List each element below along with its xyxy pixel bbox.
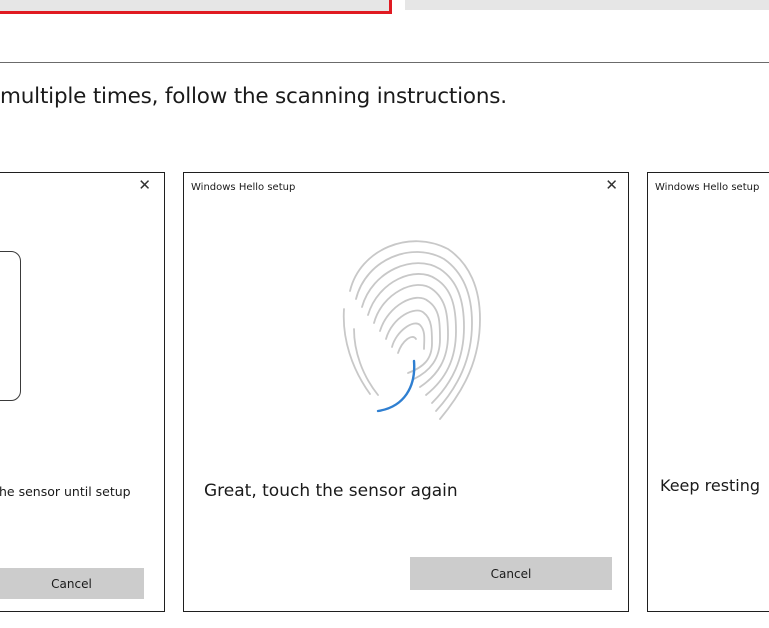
dialog-title: Windows Hello setup <box>191 182 296 193</box>
cancel-button[interactable]: Cancel <box>410 557 612 590</box>
dialog-title: Windows Hello setup <box>655 182 760 193</box>
cancel-button[interactable]: Cancel <box>0 568 144 599</box>
fingerprint-icon <box>342 240 481 420</box>
dialog-message: he sensor until setup <box>0 484 131 499</box>
dialog-message: Keep resting <box>660 476 761 495</box>
option-box[interactable] <box>405 0 769 10</box>
sensor-icon <box>0 251 21 401</box>
highlighted-option-box[interactable] <box>0 0 392 14</box>
close-icon[interactable]: ✕ <box>138 178 151 193</box>
dialog-message: Great, touch the sensor again <box>204 481 458 501</box>
instruction-text: multiple times, follow the scanning inst… <box>0 84 507 109</box>
divider <box>0 62 769 63</box>
close-icon[interactable]: ✕ <box>605 178 618 193</box>
dialog-touch-again: Windows Hello setup ✕ Great, touch the s… <box>183 172 629 612</box>
dialog-setup-start: ✕ he sensor until setup Cancel <box>0 172 165 612</box>
dialog-keep-resting: Windows Hello setup Keep resting <box>647 172 769 612</box>
